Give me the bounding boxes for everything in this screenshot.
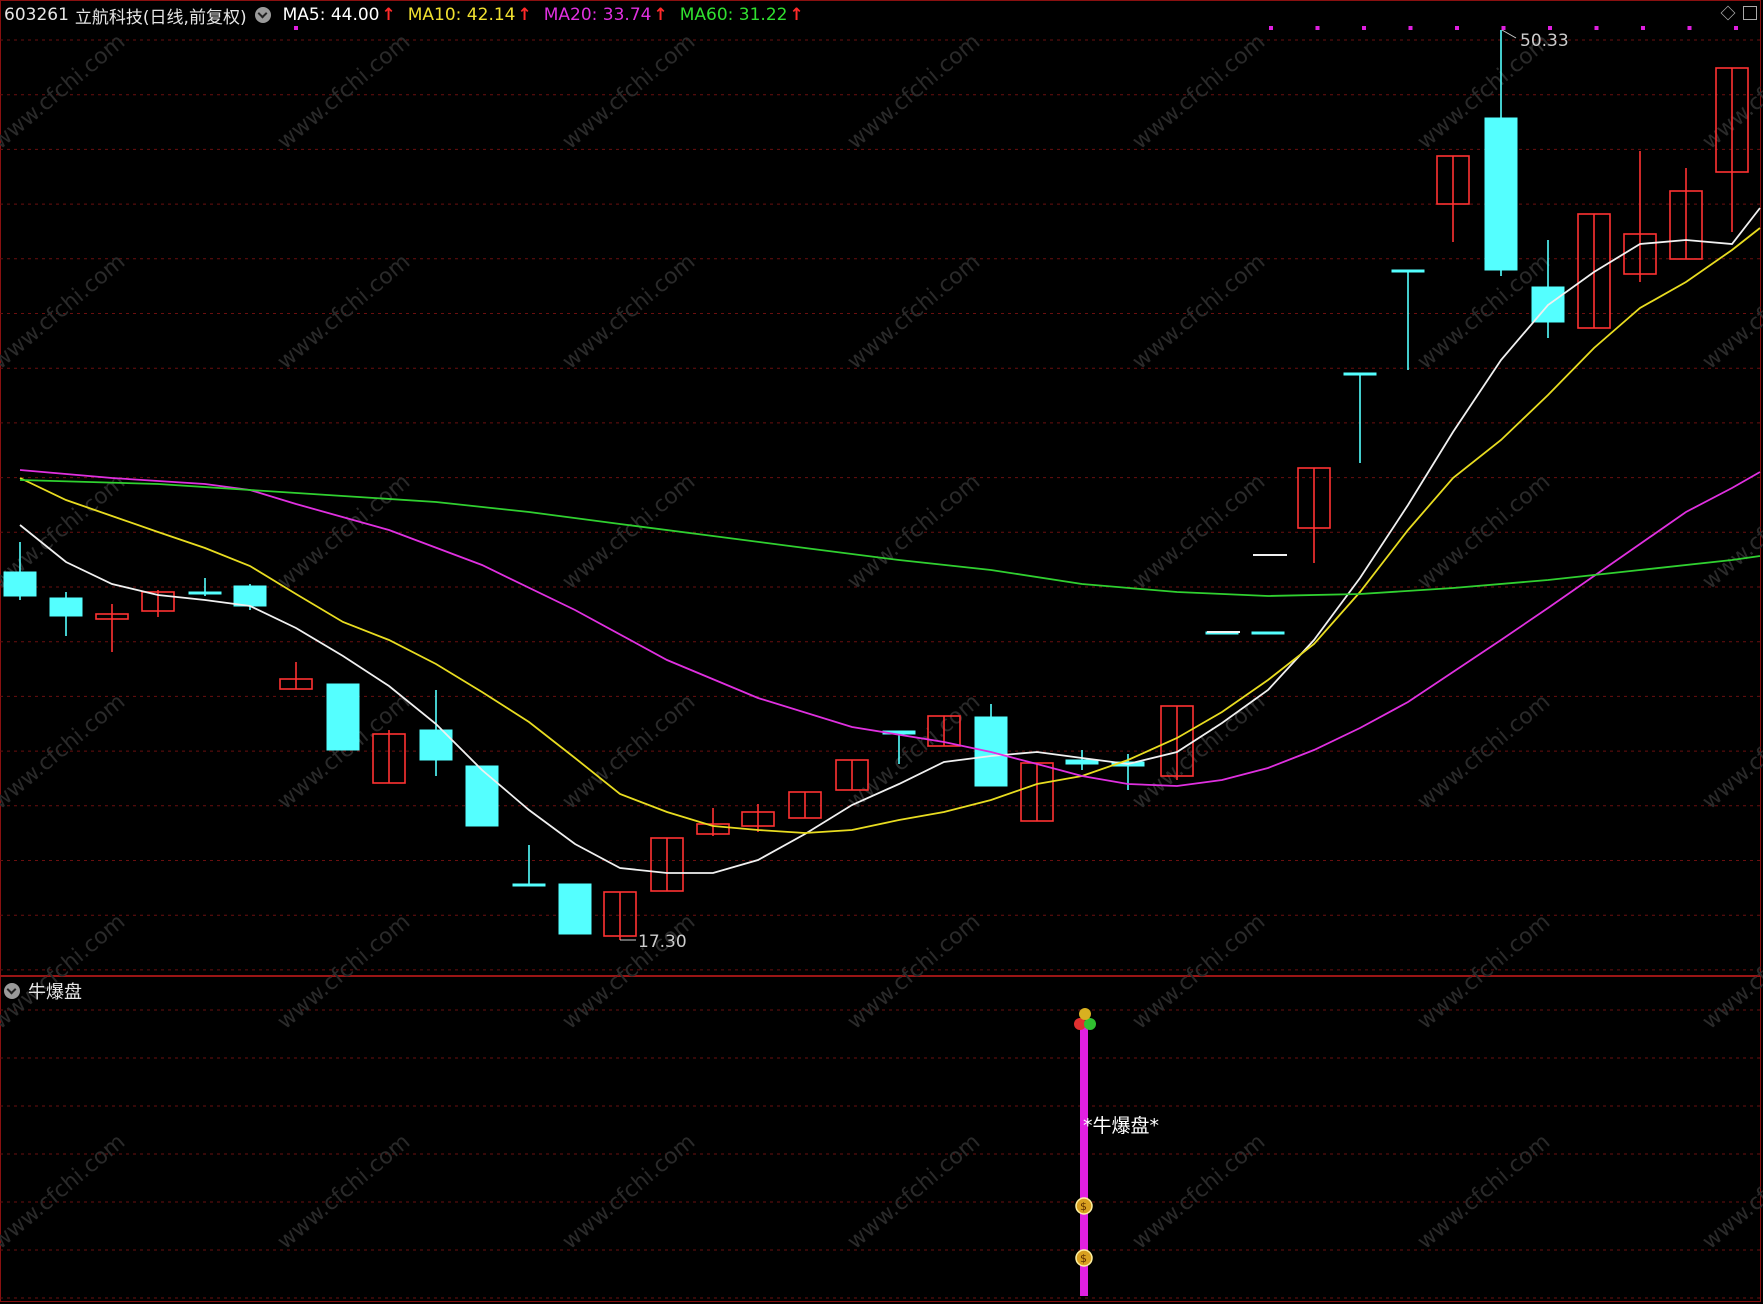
watermark-text: www.cfchi.com bbox=[843, 909, 985, 1034]
chevron-down-icon[interactable] bbox=[254, 7, 271, 23]
stock-code: 603261 bbox=[4, 5, 69, 25]
signal-ball-gold bbox=[1079, 1008, 1091, 1020]
moneybag-icon-glyph: $ bbox=[1080, 1252, 1087, 1265]
signal-dot bbox=[1408, 26, 1413, 30]
watermark-text: www.cfchi.com bbox=[273, 909, 415, 1034]
indicator-header: 牛爆盘 bbox=[4, 978, 82, 1004]
maximize-icon[interactable] bbox=[1743, 6, 1757, 20]
ma60-label: MA60: 31.22 ↑ bbox=[679, 5, 804, 25]
watermark-text: www.cfchi.com bbox=[558, 1129, 700, 1254]
watermark-text: www.cfchi.com bbox=[843, 29, 985, 154]
watermark-text: www.cfchi.com bbox=[0, 249, 130, 374]
stock-name: 立航科技 bbox=[74, 7, 143, 28]
watermark-text: www.cfchi.com bbox=[1413, 909, 1555, 1034]
candle-body-down bbox=[1065, 759, 1099, 765]
watermark-text: www.cfchi.com bbox=[1413, 1129, 1555, 1254]
signal-dot bbox=[1548, 26, 1552, 30]
candle-body-down bbox=[558, 883, 592, 935]
watermark-text: www.cfchi.com bbox=[843, 469, 985, 594]
kline-chart[interactable]: www.cfchi.com www.cfchi.com www.cfchi.com w… bbox=[0, 0, 1763, 1304]
ma20-label: MA20: 33.74 ↑ bbox=[543, 5, 668, 25]
candle-body-down bbox=[1484, 117, 1518, 271]
watermark-text: www.cfchi.com bbox=[1128, 1129, 1270, 1254]
signal-dot bbox=[1362, 26, 1366, 30]
candle-body-down bbox=[465, 765, 499, 827]
watermark-text: www.cfchi.com bbox=[273, 29, 415, 154]
watermark-text: www.cfchi.com bbox=[1128, 909, 1270, 1034]
watermark-text: www.cfchi.com bbox=[558, 689, 700, 814]
period-label: (日线,前复权) bbox=[142, 7, 247, 28]
watermark-text: www.cfchi.com bbox=[1698, 909, 1763, 1034]
watermark-text: www.cfchi.com bbox=[273, 1129, 415, 1254]
candle-body-down bbox=[3, 571, 37, 597]
signal-dot bbox=[1641, 26, 1645, 30]
candle-body-down bbox=[1343, 372, 1377, 376]
signal-dot bbox=[1501, 26, 1506, 30]
watermark-text: www.cfchi.com bbox=[1128, 249, 1270, 374]
signal-dot bbox=[1315, 26, 1320, 30]
moneybag-icon-glyph: $ bbox=[1080, 1200, 1087, 1213]
signal-dot bbox=[1269, 26, 1273, 30]
candle-body-down bbox=[188, 591, 222, 595]
candle-body-down bbox=[1391, 269, 1425, 273]
watermark-text: www.cfchi.com bbox=[0, 1129, 130, 1254]
watermark-text: www.cfchi.com bbox=[1413, 689, 1555, 814]
watermark-text: www.cfchi.com bbox=[843, 689, 985, 814]
signal-dot bbox=[1734, 26, 1738, 30]
signal-label: *牛爆盘* bbox=[1083, 1115, 1159, 1137]
candle-body-down bbox=[512, 883, 546, 887]
watermark-text: www.cfchi.com bbox=[1698, 1129, 1763, 1254]
candle-body-down bbox=[326, 683, 360, 751]
watermark-text: www.cfchi.com bbox=[843, 1129, 985, 1254]
watermark-text: www.cfchi.com bbox=[843, 249, 985, 374]
diamond-icon[interactable] bbox=[1720, 5, 1736, 21]
high-price-label: 50.33 bbox=[1520, 31, 1569, 51]
low-price-label: 17.30 bbox=[638, 932, 687, 952]
watermark-text: www.cfchi.com bbox=[273, 249, 415, 374]
candle-body-down bbox=[1251, 631, 1285, 635]
signal-dot bbox=[1594, 26, 1599, 30]
chart-header: 603261 立航科技 (日线,前复权) MA5: 44.00 ↑ MA10: 4… bbox=[4, 2, 816, 28]
window-controls bbox=[1720, 5, 1757, 21]
watermark-text: www.cfchi.com bbox=[0, 909, 130, 1034]
watermark-text: www.cfchi.com bbox=[558, 29, 700, 154]
candle-body-down bbox=[49, 597, 83, 617]
candle-body-down bbox=[233, 585, 267, 607]
watermark-text: www.cfchi.com bbox=[0, 689, 130, 814]
signal-dot bbox=[1687, 26, 1692, 30]
watermark-text: www.cfchi.com bbox=[1698, 689, 1763, 814]
ma5-label: MA5: 44.00 ↑ bbox=[282, 5, 396, 25]
watermark-text: www.cfchi.com bbox=[1698, 249, 1763, 374]
chevron-down-icon[interactable] bbox=[4, 983, 20, 999]
indicator-title: 牛爆盘 bbox=[28, 982, 82, 1003]
high-pointer bbox=[1501, 29, 1517, 39]
signal-dot bbox=[1455, 26, 1459, 30]
ma10-label: MA10: 42.14 ↑ bbox=[407, 5, 532, 25]
watermark-text: www.cfchi.com bbox=[1128, 29, 1270, 154]
watermark-text: www.cfchi.com bbox=[1128, 689, 1270, 814]
watermark-text: www.cfchi.com bbox=[558, 249, 700, 374]
watermark-text: www.cfchi.com bbox=[1698, 29, 1763, 154]
watermark-text: www.cfchi.com bbox=[0, 29, 130, 154]
